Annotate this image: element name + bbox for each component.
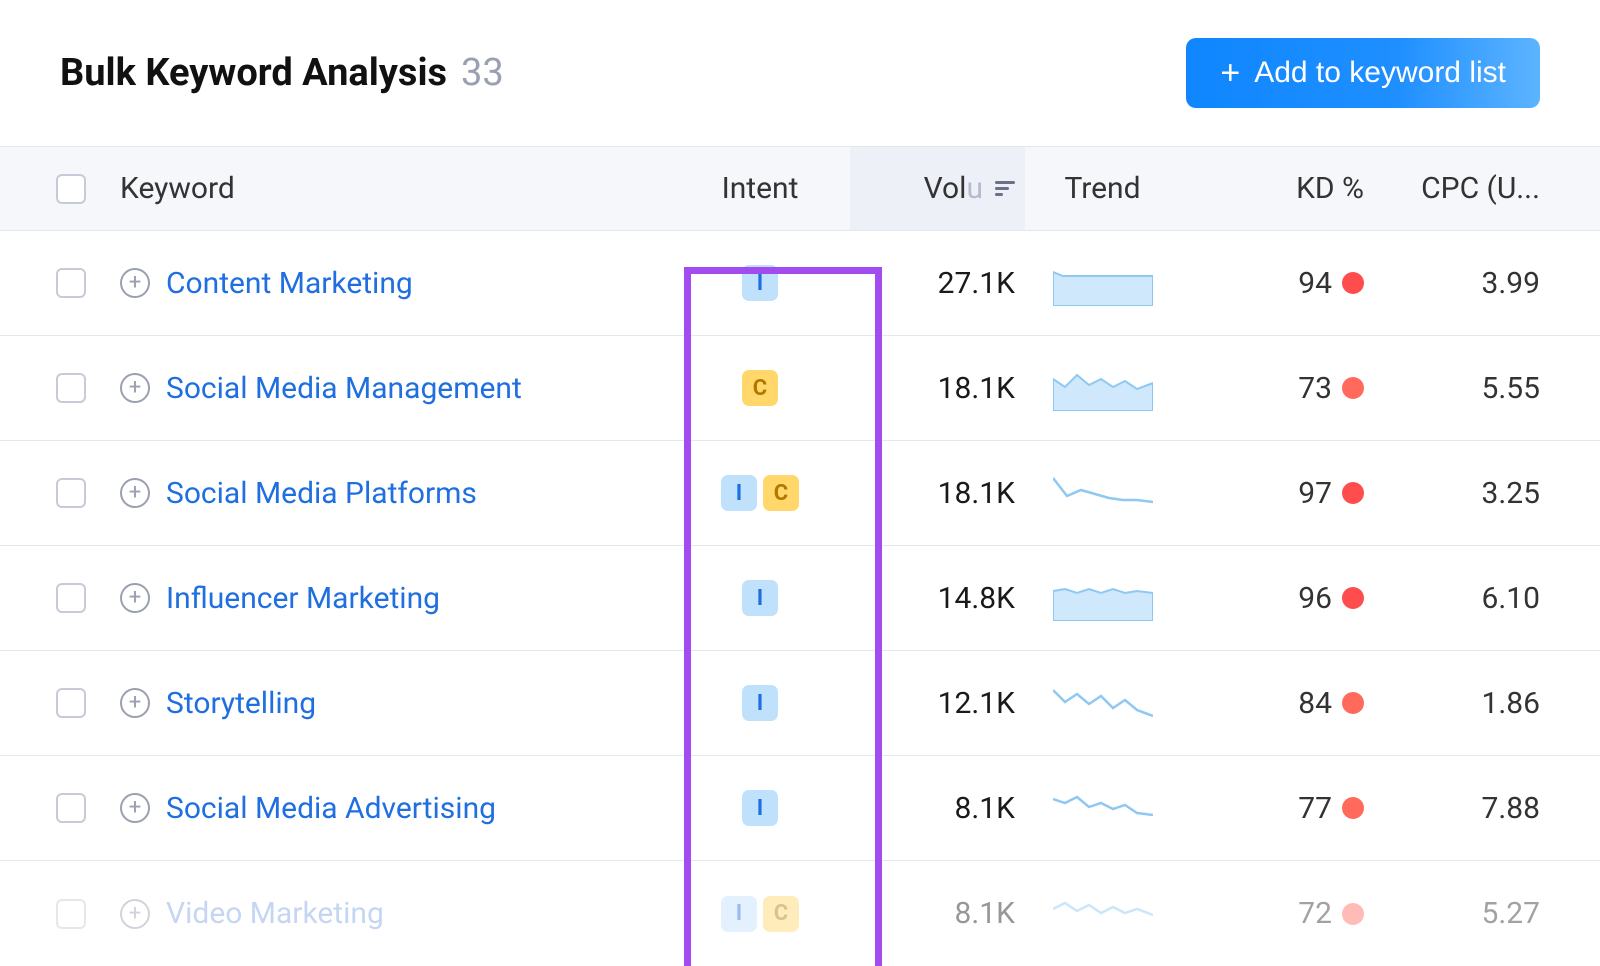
keyword-link[interactable]: Social Media Platforms bbox=[166, 476, 477, 511]
column-header-keyword[interactable]: Keyword bbox=[120, 171, 670, 206]
table-row: + Influencer Marketing I 14.8K 96 6.10 bbox=[0, 546, 1600, 651]
volume-value: 8.1K bbox=[955, 791, 1015, 826]
cpc-value: 5.27 bbox=[1482, 896, 1541, 931]
sort-desc-icon bbox=[995, 181, 1015, 196]
kd-value: 73 bbox=[1298, 371, 1332, 406]
table-row: + Video Marketing IC 8.1K 72 5.27 bbox=[0, 861, 1600, 966]
trend-sparkline bbox=[1025, 365, 1180, 411]
expand-icon[interactable]: + bbox=[120, 268, 150, 298]
kd-difficulty-dot-icon bbox=[1342, 377, 1364, 399]
volume-value: 27.1K bbox=[938, 266, 1015, 301]
cpc-value: 6.10 bbox=[1482, 581, 1541, 616]
column-header-kd[interactable]: KD % bbox=[1180, 171, 1370, 206]
row-checkbox[interactable] bbox=[56, 899, 86, 929]
add-button-label: Add to keyword list bbox=[1254, 56, 1506, 90]
kd-value: 72 bbox=[1298, 896, 1332, 931]
intent-cell: I bbox=[670, 265, 850, 301]
intent-badge-i[interactable]: I bbox=[721, 475, 757, 511]
cpc-value: 1.86 bbox=[1482, 686, 1541, 721]
kd-value: 84 bbox=[1298, 686, 1332, 721]
kd-difficulty-dot-icon bbox=[1342, 903, 1364, 925]
keyword-link[interactable]: Social Media Advertising bbox=[166, 791, 496, 826]
intent-cell: I bbox=[670, 580, 850, 616]
intent-badge-i[interactable]: I bbox=[742, 580, 778, 616]
volume-value: 12.1K bbox=[938, 686, 1015, 721]
intent-badge-i[interactable]: I bbox=[742, 265, 778, 301]
intent-cell: I bbox=[670, 685, 850, 721]
kd-value: 97 bbox=[1298, 476, 1332, 511]
intent-badge-c[interactable]: C bbox=[742, 370, 778, 406]
trend-sparkline bbox=[1025, 785, 1180, 831]
column-header-volume[interactable]: Volu bbox=[850, 147, 1025, 230]
column-header-intent[interactable]: Intent bbox=[670, 171, 850, 206]
keyword-table: Keyword Intent Volu Trend KD % CPC (U...… bbox=[0, 146, 1600, 966]
intent-cell: IC bbox=[670, 475, 850, 511]
keyword-link[interactable]: Influencer Marketing bbox=[166, 581, 440, 616]
trend-sparkline bbox=[1025, 680, 1180, 726]
row-checkbox[interactable] bbox=[56, 478, 86, 508]
expand-icon[interactable]: + bbox=[120, 793, 150, 823]
kd-difficulty-dot-icon bbox=[1342, 482, 1364, 504]
add-to-keyword-list-button[interactable]: + Add to keyword list bbox=[1186, 38, 1540, 108]
cpc-value: 3.25 bbox=[1482, 476, 1541, 511]
page-title: Bulk Keyword Analysis bbox=[60, 51, 447, 95]
keyword-link[interactable]: Video Marketing bbox=[166, 896, 384, 931]
kd-value: 77 bbox=[1298, 791, 1332, 826]
volume-value: 14.8K bbox=[938, 581, 1015, 616]
trend-sparkline bbox=[1025, 470, 1180, 516]
page-title-count: 33 bbox=[461, 51, 504, 95]
kd-value: 94 bbox=[1298, 266, 1332, 301]
row-checkbox[interactable] bbox=[56, 793, 86, 823]
intent-badge-c[interactable]: C bbox=[763, 896, 799, 932]
intent-badge-i[interactable]: I bbox=[742, 685, 778, 721]
kd-difficulty-dot-icon bbox=[1342, 587, 1364, 609]
trend-sparkline bbox=[1025, 260, 1180, 306]
table-header-row: Keyword Intent Volu Trend KD % CPC (U... bbox=[0, 147, 1600, 231]
cpc-value: 3.99 bbox=[1482, 266, 1541, 301]
column-header-cpc[interactable]: CPC (U... bbox=[1370, 171, 1540, 206]
intent-cell: I bbox=[670, 790, 850, 826]
trend-sparkline bbox=[1025, 891, 1180, 937]
keyword-link[interactable]: Storytelling bbox=[166, 686, 316, 721]
table-row: + Storytelling I 12.1K 84 1.86 bbox=[0, 651, 1600, 756]
table-row: + Social Media Management C 18.1K 73 5.55 bbox=[0, 336, 1600, 441]
kd-value: 96 bbox=[1298, 581, 1332, 616]
select-all-checkbox[interactable] bbox=[56, 174, 86, 204]
row-checkbox[interactable] bbox=[56, 583, 86, 613]
row-checkbox[interactable] bbox=[56, 373, 86, 403]
intent-badge-i[interactable]: I bbox=[721, 896, 757, 932]
expand-icon[interactable]: + bbox=[120, 688, 150, 718]
intent-cell: C bbox=[670, 370, 850, 406]
trend-sparkline bbox=[1025, 575, 1180, 621]
kd-difficulty-dot-icon bbox=[1342, 797, 1364, 819]
intent-badge-c[interactable]: C bbox=[763, 475, 799, 511]
keyword-link[interactable]: Content Marketing bbox=[166, 266, 413, 301]
table-row: + Social Media Advertising I 8.1K 77 7.88 bbox=[0, 756, 1600, 861]
volume-value: 18.1K bbox=[938, 476, 1015, 511]
table-row: + Content Marketing I 27.1K 94 3.99 bbox=[0, 231, 1600, 336]
expand-icon[interactable]: + bbox=[120, 478, 150, 508]
expand-icon[interactable]: + bbox=[120, 899, 150, 929]
expand-icon[interactable]: + bbox=[120, 583, 150, 613]
column-header-trend[interactable]: Trend bbox=[1025, 171, 1180, 206]
kd-difficulty-dot-icon bbox=[1342, 272, 1364, 294]
intent-badge-i[interactable]: I bbox=[742, 790, 778, 826]
row-checkbox[interactable] bbox=[56, 268, 86, 298]
kd-difficulty-dot-icon bbox=[1342, 692, 1364, 714]
row-checkbox[interactable] bbox=[56, 688, 86, 718]
cpc-value: 7.88 bbox=[1482, 791, 1541, 826]
plus-icon: + bbox=[1220, 56, 1240, 90]
volume-value: 8.1K bbox=[955, 896, 1015, 931]
cpc-value: 5.55 bbox=[1482, 371, 1541, 406]
intent-cell: IC bbox=[670, 896, 850, 932]
keyword-link[interactable]: Social Media Management bbox=[166, 371, 522, 406]
expand-icon[interactable]: + bbox=[120, 373, 150, 403]
page-header: Bulk Keyword Analysis 33 + Add to keywor… bbox=[0, 0, 1600, 146]
table-row: + Social Media Platforms IC 18.1K 97 3.25 bbox=[0, 441, 1600, 546]
volume-value: 18.1K bbox=[938, 371, 1015, 406]
